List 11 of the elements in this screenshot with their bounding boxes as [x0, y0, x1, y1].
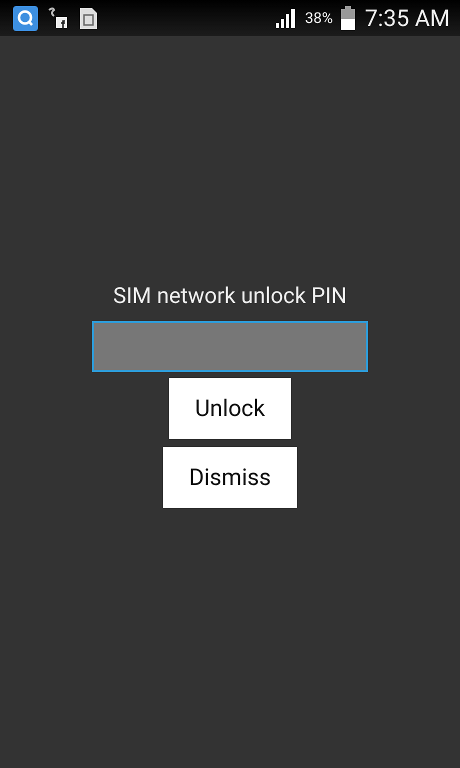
search-app-icon: [13, 6, 38, 30]
pin-input-field[interactable]: [92, 321, 368, 372]
battery-percent: 38%: [305, 9, 333, 27]
pin-label: SIM network unlock PIN: [113, 284, 347, 309]
unlock-button[interactable]: Unlock: [168, 378, 292, 439]
dismiss-button[interactable]: Dismiss: [162, 447, 298, 508]
sim-card-icon: [78, 6, 100, 30]
clock-time: 7:35 AM: [364, 4, 450, 32]
signal-icon: [275, 8, 297, 28]
notification-icon: [46, 6, 70, 30]
battery-icon: [340, 6, 355, 30]
